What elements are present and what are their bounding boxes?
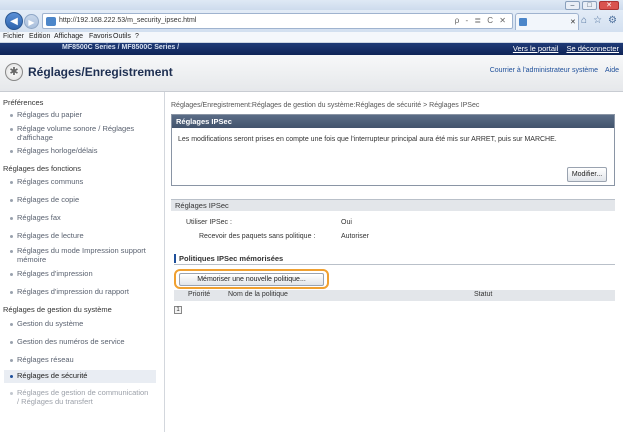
favorites-star-icon[interactable]: ☆: [593, 15, 602, 26]
close-window-button[interactable]: ✕: [599, 1, 619, 10]
sidebar-item-communication[interactable]: Réglages de gestion de communication / R…: [10, 388, 150, 406]
forward-button[interactable]: ▶: [24, 14, 39, 29]
non-policy-label: Recevoir des paquets sans politique :: [199, 233, 316, 240]
address-bar[interactable]: http://192.168.222.53/m_security_ipsec.h…: [42, 13, 513, 29]
bullet-icon: [10, 114, 13, 117]
address-actions[interactable]: ρ - ≣ C ✕: [455, 16, 508, 25]
window-controls: – □ ✕: [565, 1, 619, 10]
bullet-icon: [10, 128, 13, 131]
back-button[interactable]: ◀: [5, 12, 23, 30]
sidebar-item-report-print[interactable]: Réglages d'impression du rapport: [10, 287, 129, 297]
bullet-icon: [10, 375, 13, 378]
ipsec-panel: Réglages IPSec Les modifications seront …: [171, 114, 615, 186]
col-status[interactable]: Statut: [474, 291, 492, 298]
sidebar-item-scan[interactable]: Réglages de lecture: [10, 231, 84, 241]
address-url[interactable]: http://192.168.222.53/m_security_ipsec.h…: [59, 17, 196, 24]
bullet-icon: [10, 181, 13, 184]
bullet-icon: [10, 150, 13, 153]
menu-favoris[interactable]: Favoris: [89, 33, 112, 40]
sidebar-item-security[interactable]: Réglages de sécurité: [4, 370, 156, 383]
sidebar-item-clock[interactable]: Réglages horloge/délais: [10, 146, 97, 156]
device-model: MF8500C Series / MF8500C Series /: [62, 44, 180, 51]
policy-table-header: Priorité Nom de la politique Statut: [174, 290, 615, 301]
header-links: Courrier à l'administrateur système Aide: [485, 67, 619, 74]
use-ipsec-value: Oui: [341, 219, 352, 226]
browser-tab[interactable]: ✕: [515, 13, 579, 30]
menu-fichier[interactable]: Fichier: [3, 33, 24, 40]
sidebar-group-system[interactable]: Réglages de gestion du système: [3, 305, 112, 314]
col-priority[interactable]: Priorité: [188, 291, 210, 298]
main-content: Réglages/Enregistrement:Réglages de gest…: [171, 92, 623, 432]
sidebar-group-preferences[interactable]: Préférences: [3, 98, 43, 107]
window-titlebar: – □ ✕: [0, 0, 623, 10]
section-title: Réglages IPSec: [171, 199, 615, 211]
bullet-icon: [10, 291, 13, 294]
divider: [174, 264, 615, 265]
page-title: Réglages/Enregistrement: [28, 65, 173, 79]
policies-title: Politiques IPSec mémorisées: [174, 254, 283, 263]
bullet-icon: [10, 217, 13, 220]
bullet-icon: [10, 341, 13, 344]
settings-wrench-icon: ✱: [5, 63, 23, 81]
app-header: ✱ Réglages/Enregistrement Courrier à l'a…: [0, 55, 623, 92]
site-favicon-icon: [46, 17, 56, 26]
use-ipsec-label: Utiliser IPSec :: [186, 219, 232, 226]
help-link[interactable]: Aide: [605, 67, 619, 74]
sidebar-item-memory-print[interactable]: Réglages du mode Impression support mémo…: [10, 246, 150, 264]
menu-help[interactable]: ?: [135, 33, 139, 40]
sidebar-item-network[interactable]: Réglages réseau: [10, 355, 74, 365]
restart-note: Les modifications seront prises en compt…: [178, 136, 557, 143]
bullet-icon: [10, 392, 13, 395]
device-links: Vers le portail Se déconnecter: [507, 44, 619, 53]
sidebar: Préférences Réglages du papier Réglage v…: [0, 92, 165, 432]
settings-gear-icon[interactable]: ⚙: [608, 15, 617, 26]
bullet-icon: [10, 323, 13, 326]
breadcrumb: Réglages/Enregistrement:Réglages de gest…: [171, 102, 480, 109]
menu-affichage[interactable]: Affichage: [54, 33, 83, 40]
sidebar-item-paper[interactable]: Réglages du papier: [10, 110, 82, 120]
tab-favicon-icon: [519, 18, 527, 26]
panel-title: Réglages IPSec: [172, 115, 614, 128]
browser-menubar: Fichier Edition Affichage Favoris Outils…: [0, 32, 623, 43]
register-policy-highlight: Mémoriser une nouvelle politique...: [174, 269, 329, 289]
maximize-button[interactable]: □: [582, 1, 597, 10]
register-policy-button[interactable]: Mémoriser une nouvelle politique...: [179, 273, 324, 286]
sidebar-item-copy[interactable]: Réglages de copie: [10, 195, 79, 205]
home-icon[interactable]: ⌂: [581, 15, 587, 26]
page-button[interactable]: 1: [174, 306, 182, 314]
bullet-icon: [10, 359, 13, 362]
sidebar-item-dept-id[interactable]: Gestion des numéros de service: [10, 337, 125, 347]
sidebar-item-system-mgmt[interactable]: Gestion du système: [10, 319, 83, 329]
non-policy-value: Autoriser: [341, 233, 370, 240]
browser-tools: ⌂ ☆ ⚙: [581, 15, 617, 26]
sidebar-item-fax[interactable]: Réglages fax: [10, 213, 61, 223]
minimize-button[interactable]: –: [565, 1, 580, 10]
col-policy-name[interactable]: Nom de la politique: [228, 291, 288, 298]
bullet-icon: [10, 273, 13, 276]
bullet-icon: [10, 235, 13, 238]
menu-outils[interactable]: Outils: [113, 33, 131, 40]
bullet-icon: [10, 250, 13, 253]
portal-link[interactable]: Vers le portail: [513, 44, 558, 53]
sidebar-item-print[interactable]: Réglages d'impression: [10, 269, 93, 279]
sidebar-item-volume-display[interactable]: Réglage volume sonore / Réglages d'affic…: [10, 124, 155, 142]
logout-link[interactable]: Se déconnecter: [566, 44, 619, 53]
sidebar-item-common[interactable]: Réglages communs: [10, 177, 83, 187]
browser-navbar: ◀ ▶ http://192.168.222.53/m_security_ips…: [0, 10, 623, 32]
bullet-icon: [10, 199, 13, 202]
mail-admin-link[interactable]: Courrier à l'administrateur système: [490, 67, 598, 74]
sidebar-group-functions[interactable]: Réglages des fonctions: [3, 164, 81, 173]
modify-button[interactable]: Modifier...: [567, 167, 607, 182]
device-bar: MF8500C Series / MF8500C Series / Vers l…: [0, 43, 623, 55]
menu-edition[interactable]: Edition: [29, 33, 50, 40]
tab-close-icon[interactable]: ✕: [570, 18, 576, 26]
